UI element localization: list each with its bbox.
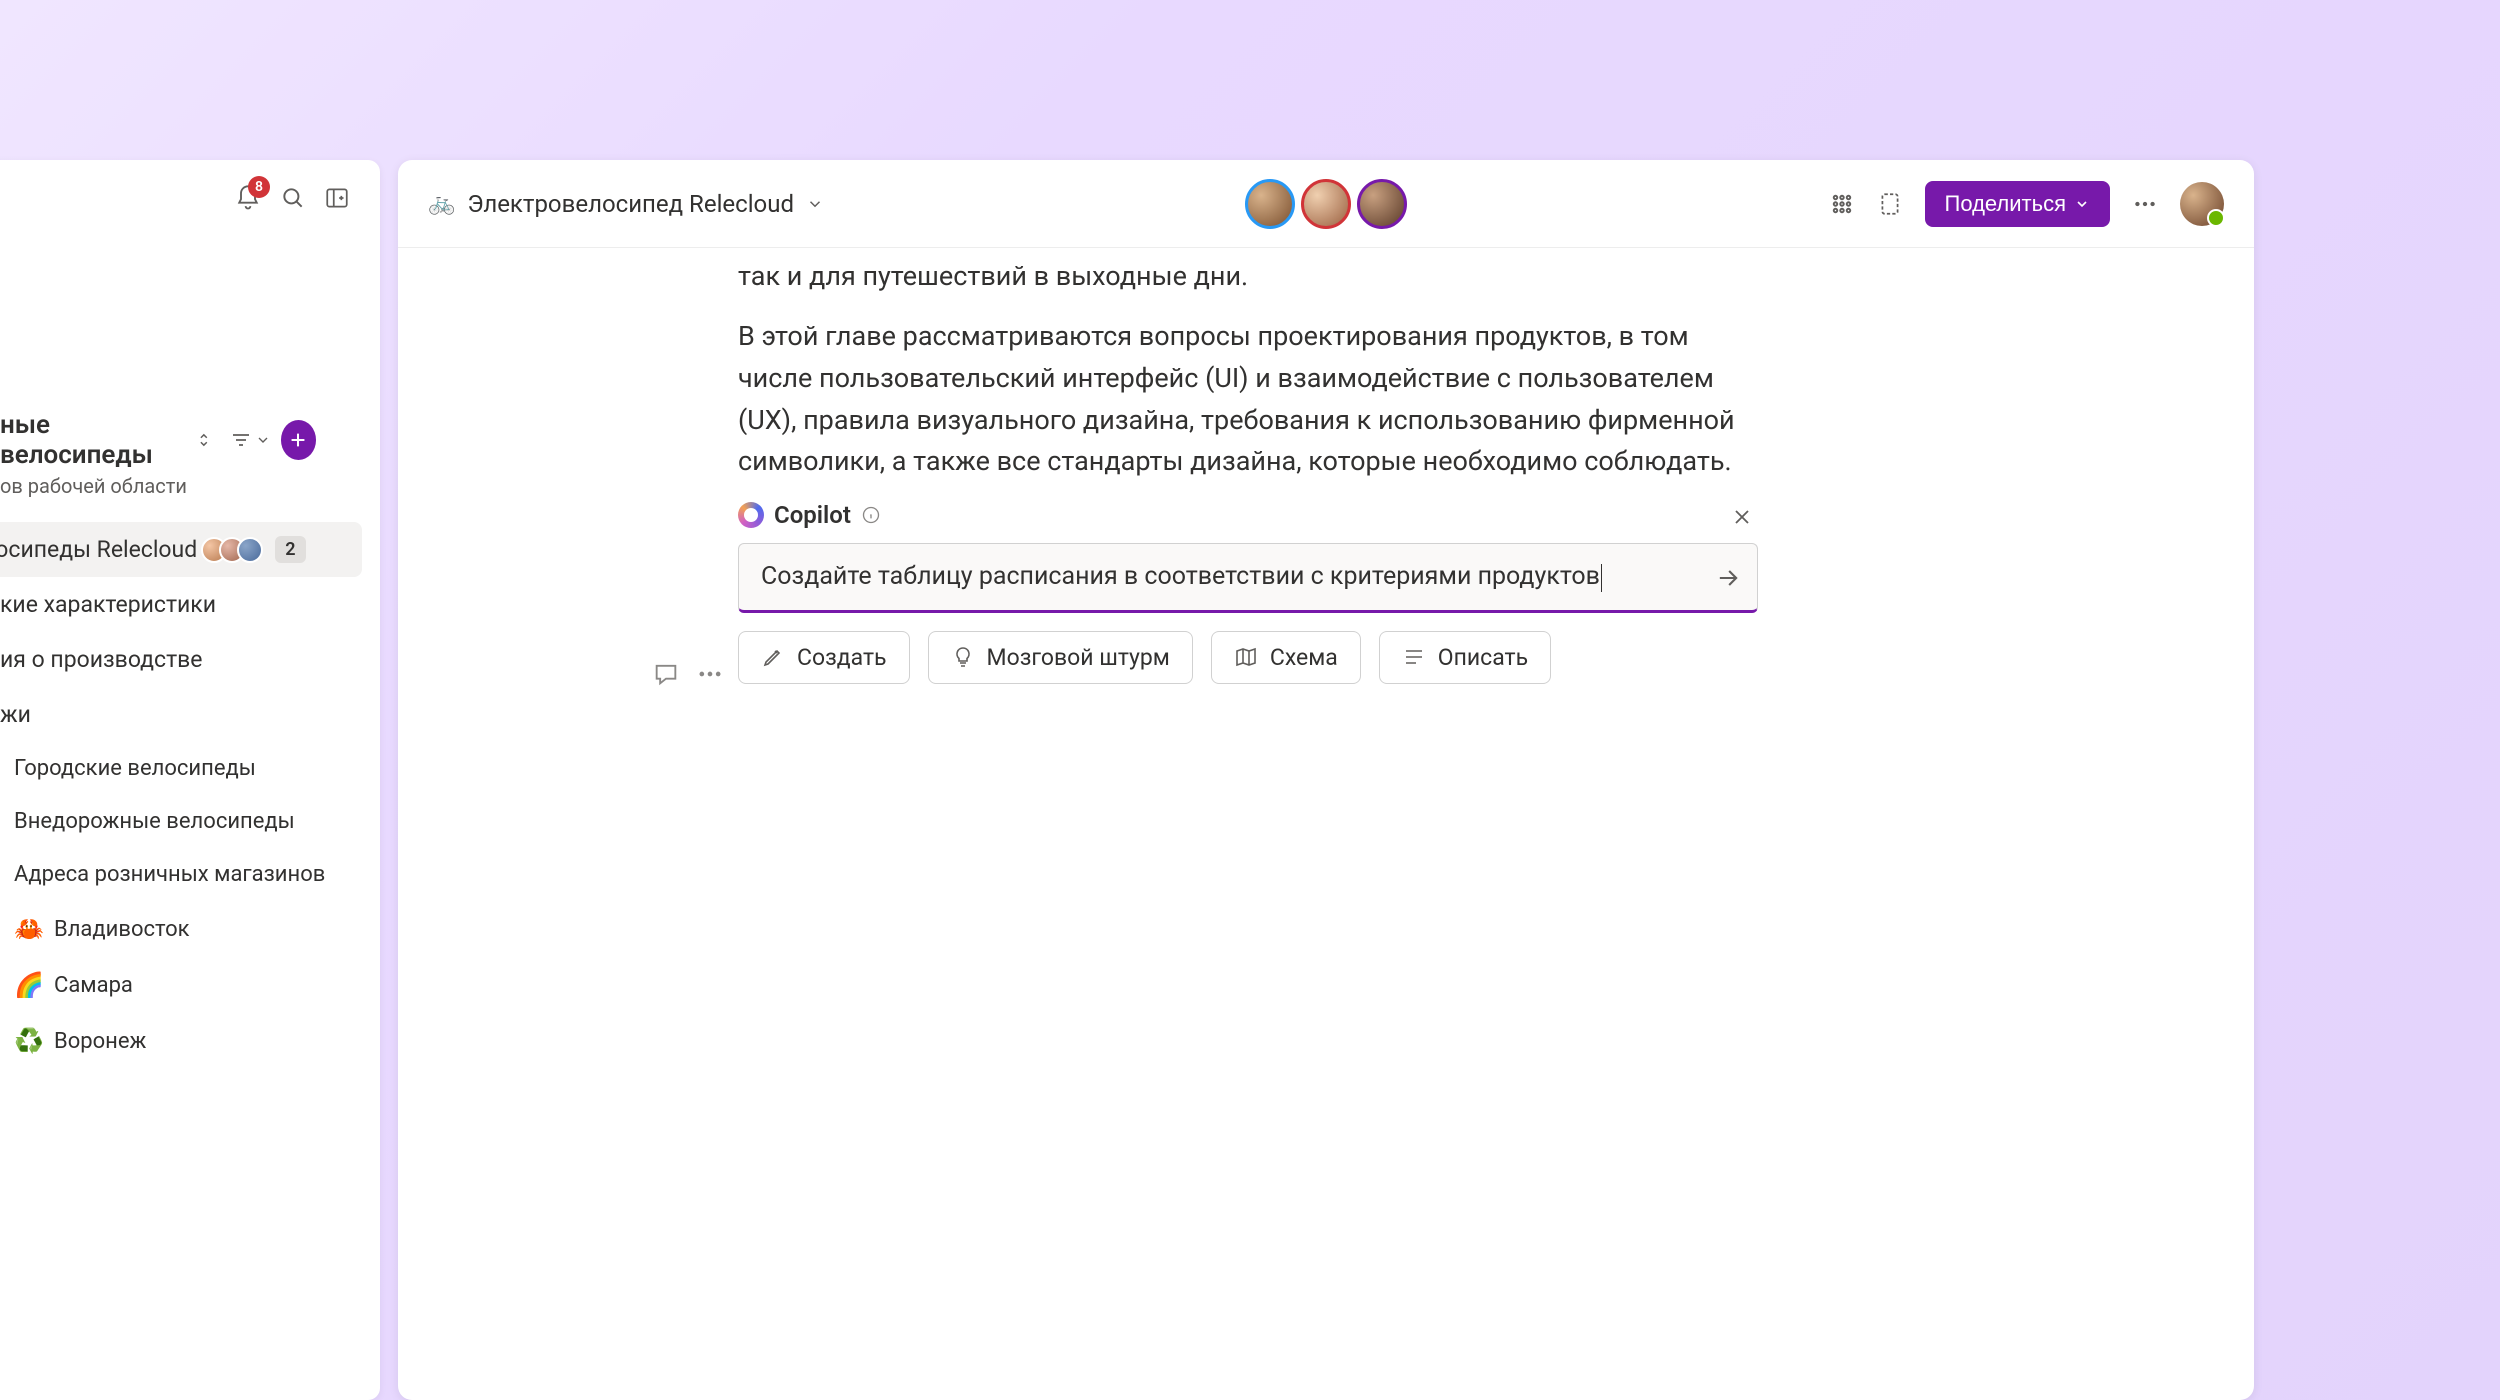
filter-icon (229, 428, 253, 452)
avatar[interactable] (1357, 179, 1407, 229)
comment-icon[interactable] (652, 660, 680, 688)
chevron-down-icon (806, 195, 824, 213)
rainbow-icon: 🌈 (14, 971, 40, 999)
nav-item[interactable]: Внедорожные велосипеды (0, 795, 380, 848)
send-button[interactable] (1714, 564, 1742, 592)
avatar[interactable] (1301, 179, 1351, 229)
copilot-chip-row: Создать Мозговой штурм Схема Описать (738, 631, 1758, 684)
copilot-logo-icon (738, 502, 764, 528)
nav-item[interactable]: Адреса розничных магазинов (0, 848, 380, 901)
workspace-header: ные велосипеды ов рабочей области (0, 160, 380, 508)
copilot-panel: Copilot Создайте таблицу расписания в со… (738, 501, 1758, 683)
bike-icon: 🚲 (428, 191, 455, 216)
copilot-input[interactable]: Создайте таблицу расписания в соответств… (738, 543, 1758, 612)
chip-label: Описать (1438, 644, 1528, 671)
copilot-title: Copilot (774, 501, 851, 529)
chip-schema[interactable]: Схема (1211, 631, 1361, 684)
share-button-label: Поделиться (1945, 191, 2066, 217)
nav-item[interactable]: жи (0, 687, 380, 742)
avatar (237, 537, 263, 563)
copilot-input-text: Создайте таблицу расписания в соответств… (761, 562, 1600, 591)
doc-title: Электровелосипед Relecloud (467, 190, 794, 218)
apps-grid-icon[interactable] (1829, 191, 1855, 217)
copilot-header: Copilot (738, 501, 1758, 543)
text-caret (1601, 564, 1602, 592)
doc-paragraph: В этой главе рассматриваются вопросы про… (738, 316, 1758, 483)
nav-item[interactable]: ♻️ Воронеж (0, 1013, 380, 1069)
doc-title-dropdown[interactable]: 🚲 Электровелосипед Relecloud (428, 190, 824, 218)
chip-brainstorm[interactable]: Мозговой штурм (928, 631, 1193, 684)
workspace-subtitle: ов рабочей области (0, 474, 356, 498)
close-icon (1730, 505, 1754, 529)
nav-item-label: Владивосток (54, 917, 190, 942)
share-button[interactable]: Поделиться (1925, 181, 2110, 227)
nav-item-label: Воронеж (54, 1029, 146, 1054)
nav-item-label: Адреса розничных магазинов (14, 862, 325, 887)
chip-label: Мозговой штурм (987, 644, 1170, 671)
notifications-button[interactable]: 8 (234, 184, 262, 212)
doc-body: так и для путешествий в выходные дни. В … (398, 248, 1838, 684)
nav-item-label: кие характеристики (0, 591, 216, 618)
user-avatar[interactable] (2180, 182, 2224, 226)
nav-item[interactable]: ия о производстве (0, 632, 380, 687)
nav-item-count: 2 (275, 536, 305, 563)
copilot-input-wrap: Создайте таблицу расписания в соответств… (738, 543, 1758, 612)
chevron-up-down-icon[interactable] (195, 430, 213, 450)
close-button[interactable] (1730, 505, 1754, 529)
nav-item[interactable]: 🦀 Владивосток (0, 901, 380, 957)
pencil-icon (761, 645, 785, 669)
chevron-down-icon (255, 432, 271, 448)
nav-item[interactable]: 🌈 Самара (0, 957, 380, 1013)
chip-create[interactable]: Создать (738, 631, 910, 684)
nav-item-label: Самара (54, 973, 133, 998)
avatar[interactable] (1245, 179, 1295, 229)
workspace-title: ные велосипеды (0, 410, 185, 470)
main-card: 🚲 Электровелосипед Relecloud Поделиться … (398, 160, 2254, 1400)
chip-label: Схема (1270, 644, 1338, 671)
nav-item-avatars (209, 537, 263, 563)
crab-icon: 🦀 (14, 915, 40, 943)
chip-describe[interactable]: Описать (1379, 631, 1551, 684)
more-horizontal-icon[interactable] (2132, 191, 2158, 217)
nav-item[interactable]: кие характеристики (0, 577, 380, 632)
card-header: 🚲 Электровелосипед Relecloud Поделиться (398, 160, 2254, 248)
nav-list: лосипеды Relecloud 2 кие характеристики … (0, 508, 380, 1069)
nav-item-label: Городские велосипеды (14, 756, 256, 781)
nav-item[interactable]: Городские велосипеды (0, 742, 380, 795)
info-icon[interactable] (861, 505, 881, 525)
doc-gutter (652, 660, 724, 688)
text-lines-icon (1402, 645, 1426, 669)
presence-avatars (1245, 179, 1407, 229)
nav-item-label: лосипеды Relecloud (0, 536, 197, 563)
doc-paragraph: так и для путешествий в выходные дни. (738, 256, 1758, 298)
add-button[interactable] (281, 420, 316, 460)
chip-label: Создать (797, 644, 887, 671)
panel-toggle-icon[interactable] (324, 185, 350, 211)
search-icon[interactable] (280, 185, 306, 211)
nav-item-relecloud[interactable]: лосипеды Relecloud 2 (0, 522, 362, 577)
recycle-icon: ♻️ (14, 1027, 40, 1055)
notification-badge: 8 (248, 176, 270, 198)
map-icon (1234, 645, 1258, 669)
left-toolbar: 8 (234, 184, 350, 212)
left-panel-overlay: ные велосипеды ов рабочей области лосипе… (0, 160, 380, 1400)
plus-icon (287, 429, 309, 451)
more-horizontal-icon[interactable] (696, 660, 724, 688)
nav-item-label: ия о производстве (0, 646, 202, 673)
filter-button[interactable] (229, 428, 271, 452)
nav-item-label: жи (0, 701, 31, 728)
nav-item-label: Внедорожные велосипеды (14, 809, 295, 834)
header-right: Поделиться (1829, 181, 2224, 227)
arrow-right-icon (1714, 564, 1742, 592)
chevron-down-icon (2074, 196, 2090, 212)
lightbulb-icon (951, 645, 975, 669)
copy-page-icon[interactable] (1877, 191, 1903, 217)
